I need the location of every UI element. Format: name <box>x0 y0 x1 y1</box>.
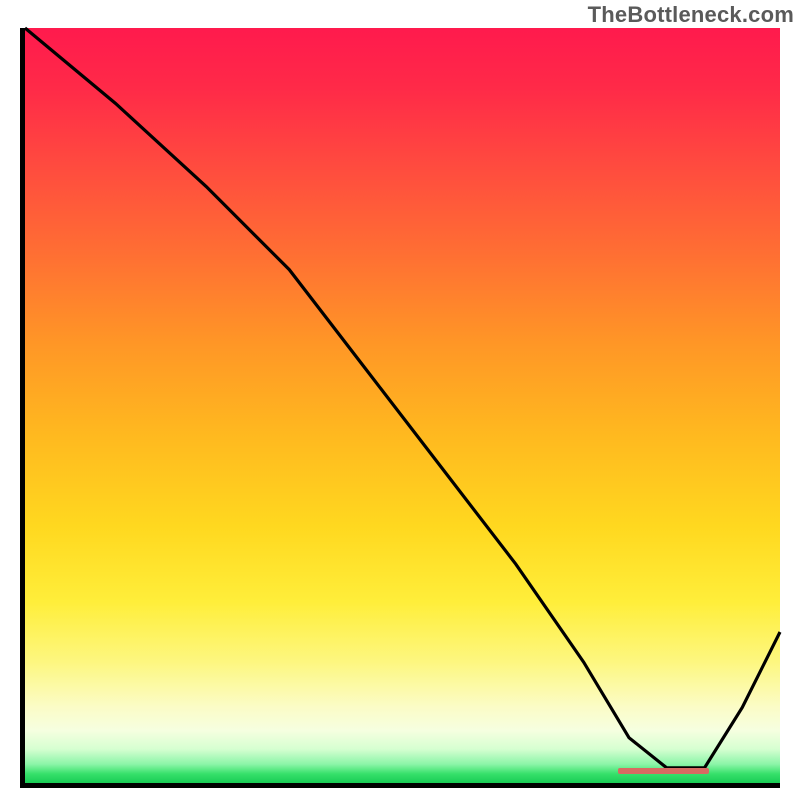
line-curve <box>25 28 780 783</box>
chart-container: TheBottleneck.com <box>0 0 800 800</box>
bottleneck-curve-path <box>25 28 780 768</box>
watermark-text: TheBottleneck.com <box>588 2 794 28</box>
plot-frame <box>20 28 780 788</box>
optimal-range-marker <box>618 768 709 774</box>
